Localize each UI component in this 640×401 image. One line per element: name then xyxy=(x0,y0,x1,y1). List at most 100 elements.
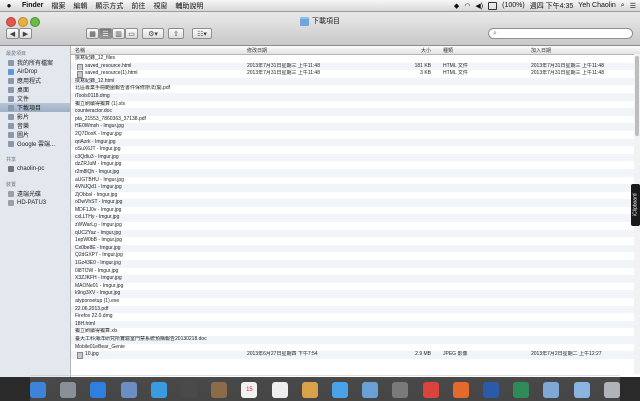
notification-center-icon[interactable]: ☰ xyxy=(630,2,636,10)
sidebar-item-computer[interactable]: chaolin-pc xyxy=(0,164,70,173)
messages-icon[interactable] xyxy=(332,382,349,398)
table-row[interactable]: HE0Wmsh - Imgur.jpg xyxy=(71,123,640,131)
iclipboard-tab[interactable]: iClipboard xyxy=(631,184,640,226)
back-button[interactable]: ◀ xyxy=(6,28,19,39)
downloads-stack-icon[interactable] xyxy=(573,382,590,398)
menu-go[interactable]: 前往 xyxy=(131,1,145,11)
apple-menu-icon[interactable]: ● xyxy=(4,1,14,10)
table-row[interactable]: counteractor.doc xyxy=(71,108,640,116)
table-row[interactable]: cxLLTHy - Imgur.jpg xyxy=(71,214,640,223)
table-row[interactable]: Cx0be8E - Imgur.jpg xyxy=(71,244,640,253)
search-field[interactable]: ⌕ xyxy=(488,28,633,39)
column-header-name[interactable]: 名稱 xyxy=(75,47,85,54)
word-icon[interactable] xyxy=(483,382,500,398)
table-row[interactable]: saved_resource.html 2013年7月31日星期三 上午11:48… xyxy=(71,62,640,71)
column-header-size[interactable]: 大小 xyxy=(421,47,431,54)
column-view-button[interactable]: ▥ xyxy=(112,28,125,39)
contacts-icon[interactable] xyxy=(211,382,228,398)
table-row[interactable]: aUGTBHU - Imgur.jpg xyxy=(71,177,640,185)
sidebar-item-music[interactable]: 音樂 xyxy=(0,121,70,130)
table-row[interactable]: 2Q7DosK - Imgur.jpg xyxy=(71,131,640,139)
table-row[interactable]: 撰寫紀錄_12.html xyxy=(71,77,640,86)
sidebar-item-applications[interactable]: 應用程式 xyxy=(0,76,70,85)
table-row[interactable]: r2m8lQh - Imgur.jpg xyxy=(71,168,640,177)
table-row[interactable]: pta_21553_7860363_37138.pdf xyxy=(71,116,640,124)
table-row[interactable]: 0l8TOW - Imgur.jpg xyxy=(71,268,640,276)
table-row[interactable]: qriAzrk - Imgur.jpg xyxy=(71,138,640,147)
excel-icon[interactable] xyxy=(513,382,530,398)
cover-flow-button[interactable]: ▭ xyxy=(125,28,138,39)
column-header-date-added[interactable]: 加入日期 xyxy=(531,47,551,54)
table-row[interactable]: 18H.html xyxy=(71,320,640,329)
table-row[interactable]: saved_resource(1).html 2013年7月31日星期三 上午11… xyxy=(71,70,640,78)
volume-icon[interactable]: ◀) xyxy=(475,2,483,10)
spotlight-icon[interactable]: ⌕ xyxy=(621,2,625,10)
list-view-button[interactable]: ☰ xyxy=(99,28,112,39)
table-row[interactable]: iTools0118.dmg xyxy=(71,92,640,101)
table-row[interactable]: 1Gz43E0 - Imgur.jpg xyxy=(71,260,640,268)
sidebar-item-downloads[interactable]: 下載項目 xyxy=(0,103,70,112)
table-row[interactable]: atyponsetup (1).exe xyxy=(71,298,640,306)
table-row[interactable]: dzZRJuM - Imgur.jpg xyxy=(71,161,640,169)
table-row[interactable]: MDF1J0v - Imgur.jpg xyxy=(71,207,640,215)
icon-view-button[interactable]: ▦ xyxy=(86,28,99,39)
table-row[interactable]: 北區專業手冊範圍報告書件保修辦法(開.pdf xyxy=(71,85,640,93)
table-row[interactable]: 獨立刷續得獨算 (1).xls xyxy=(71,101,640,109)
table-row[interactable]: 臺大工科海洋研究所實驗室門禁系統預購報告20130218.doc xyxy=(71,335,640,344)
column-header-modified[interactable]: 修改日期 xyxy=(247,47,267,54)
table-row[interactable]: 10.jpg 2013年6月27日星期四 下午7:54 2.9 MB JPEG 影像 2… xyxy=(71,351,640,359)
table-row[interactable]: 22.06.2013.pdf xyxy=(71,305,640,314)
table-row[interactable]: ZjObbsl - Imgur.jpg xyxy=(71,192,640,200)
menubar-user[interactable]: Yeh Chaolin xyxy=(578,2,616,9)
sidebar-item-all-files[interactable]: 我的所有檔案 xyxy=(0,58,70,67)
calendar-icon[interactable]: 15 xyxy=(241,382,258,398)
firefox-icon[interactable] xyxy=(452,382,469,398)
system-preferences-icon[interactable] xyxy=(392,382,409,398)
launchpad-icon[interactable] xyxy=(60,382,77,398)
app-store-icon[interactable] xyxy=(90,382,107,398)
table-row[interactable]: 4VNJQd1 - Imgur.jpg xyxy=(71,184,640,192)
mail-icon[interactable] xyxy=(120,382,137,398)
sidebar-item-movies[interactable]: 影片 xyxy=(0,112,70,121)
table-row[interactable]: MAONe01 - Imgur.jpg xyxy=(71,283,640,291)
column-header-kind[interactable]: 種類 xyxy=(443,47,453,54)
arrange-button[interactable]: ☷▾ xyxy=(192,28,212,39)
table-row[interactable]: k9ng3XV - Imgur.jpg xyxy=(71,290,640,298)
table-row[interactable]: 1epW0bB - Imgur.jpg xyxy=(71,237,640,245)
menu-file[interactable]: 檔案 xyxy=(51,1,65,11)
table-row[interactable]: Mobile01eBear_Genie xyxy=(71,344,640,352)
chrome-icon[interactable] xyxy=(422,382,439,398)
itunes-icon[interactable] xyxy=(362,382,379,398)
scrollbar-thumb[interactable] xyxy=(635,56,639,136)
sidebar-item-desktop[interactable]: 桌面 xyxy=(0,85,70,94)
table-row[interactable]: oDwVhST - Imgur.jpg xyxy=(71,199,640,207)
table-row[interactable]: Firefox 22.0.dmg xyxy=(71,313,640,321)
table-row[interactable]: qUC2Yaz - Imgur.jpg xyxy=(71,229,640,238)
table-row[interactable]: X3ZJKFH - Imgur.jpg xyxy=(71,275,640,283)
menubar-clock[interactable]: 週四 下午4:35 xyxy=(530,1,574,11)
menu-app-finder[interactable]: Finder xyxy=(22,2,43,9)
share-button[interactable]: ⇧ xyxy=(168,28,184,39)
sidebar-item-remote-disc[interactable]: 遠端光碟 xyxy=(0,189,70,198)
sidebar-item-airdrop[interactable]: AirDrop xyxy=(0,67,70,76)
photos-icon[interactable] xyxy=(301,382,318,398)
menu-view[interactable]: 顯示方式 xyxy=(95,1,123,11)
menu-window[interactable]: 視窗 xyxy=(153,1,167,11)
sidebar-item-google-drive[interactable]: Google 雲端... xyxy=(0,139,70,148)
battery-icon[interactable] xyxy=(488,1,498,10)
facetime-icon[interactable] xyxy=(181,382,198,398)
table-row[interactable]: zWWarLg - Imgur.jpg xyxy=(71,222,640,230)
zoom-window-button[interactable] xyxy=(30,17,40,27)
close-window-button[interactable] xyxy=(6,17,16,27)
finder-icon[interactable] xyxy=(30,382,46,398)
minimize-window-button[interactable] xyxy=(18,17,28,27)
documents-folder-icon[interactable] xyxy=(543,382,560,398)
safari-icon[interactable] xyxy=(150,382,167,398)
menu-help[interactable]: 輔助說明 xyxy=(175,1,203,11)
reminders-icon[interactable] xyxy=(271,382,288,398)
sidebar-item-documents[interactable]: 文件 xyxy=(0,94,70,103)
table-row[interactable]: 獨立刷續得獨算.xls xyxy=(71,328,640,336)
table-row[interactable]: Q2dGXP7 - Imgur.jpg xyxy=(71,252,640,260)
forward-button[interactable]: ▶ xyxy=(19,28,32,39)
sidebar-item-pictures[interactable]: 圖片 xyxy=(0,130,70,139)
